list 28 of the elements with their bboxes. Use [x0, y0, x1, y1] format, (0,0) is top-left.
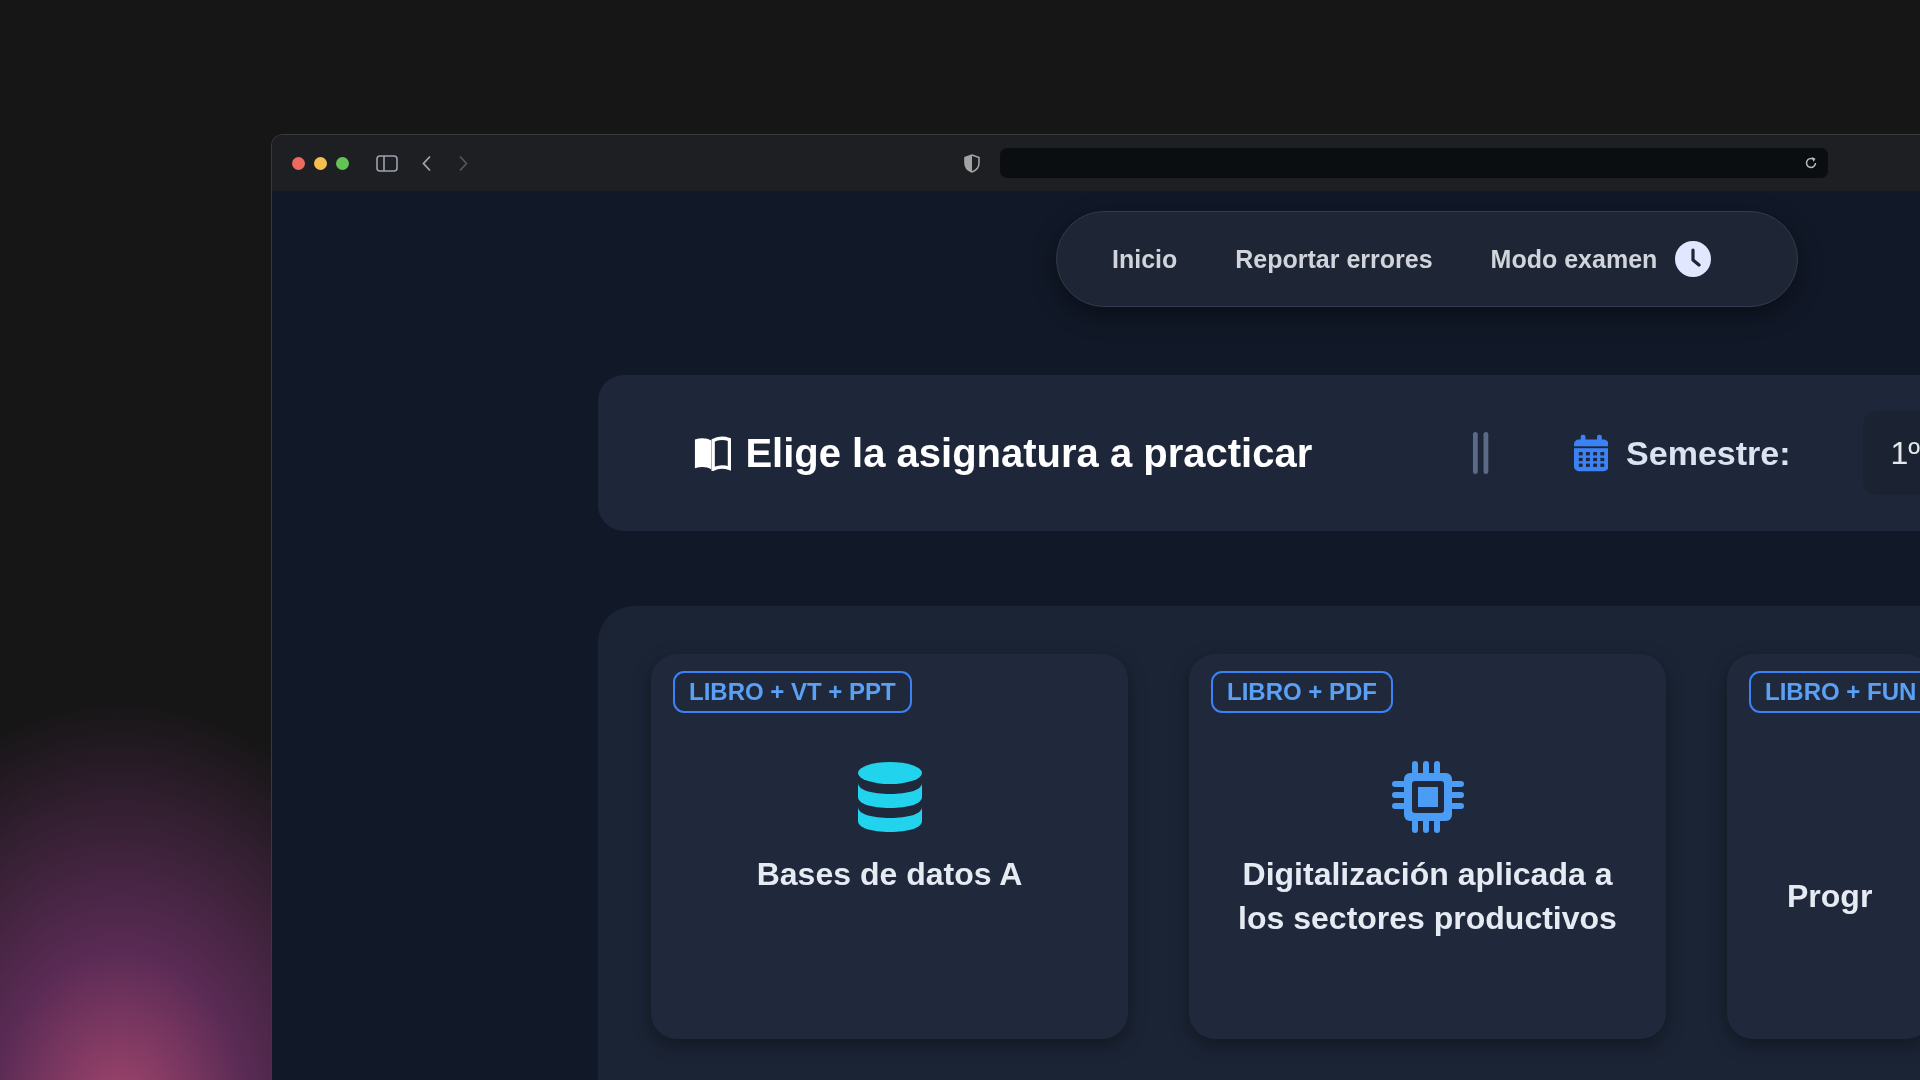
subject-card[interactable]: LIBRO + PDF Digitalización aplicada a los sectores productivos	[1189, 654, 1666, 1039]
shield-icon[interactable]	[964, 153, 980, 173]
nav-link[interactable]: Reportar errores	[1235, 244, 1433, 274]
resource-badge: LIBRO + PDF	[1211, 671, 1393, 713]
subject-title: Bases de datos A	[756, 855, 1023, 894]
subject-title: Digitalización aplicada a los sectores productivos	[1237, 855, 1618, 938]
maximize-button[interactable]	[336, 156, 349, 170]
minimize-button[interactable]	[314, 156, 327, 170]
book-icon	[693, 435, 732, 471]
resource-badge: LIBRO + VT + PPT	[673, 671, 912, 713]
calendar-icon	[1573, 434, 1609, 472]
sidebar-icon[interactable]	[376, 154, 398, 172]
resource-badge: LIBRO + FUN	[1749, 671, 1920, 713]
reload-icon[interactable]	[1804, 156, 1818, 170]
divider-bars-icon	[1472, 431, 1490, 475]
section-title: Elige la asignatura a practicar	[745, 430, 1313, 476]
semester-dropdown[interactable]: 1º	[1862, 411, 1920, 495]
database-icon	[857, 761, 922, 833]
subject-card[interactable]: LIBRO + FUN Progr	[1727, 654, 1920, 1039]
close-button[interactable]	[292, 156, 305, 170]
semester-label: Semestre:	[1626, 433, 1791, 473]
subject-title: Progr	[1787, 877, 1873, 916]
back-icon[interactable]	[422, 154, 432, 172]
subject-card[interactable]: LIBRO + VT + PPT Bases de datos A	[651, 654, 1128, 1039]
clock-icon	[1675, 241, 1712, 277]
chip-icon	[1391, 761, 1464, 833]
nav-link[interactable]: Inicio	[1112, 244, 1178, 274]
exam-mode-button[interactable]: Modo examen	[1490, 241, 1712, 277]
